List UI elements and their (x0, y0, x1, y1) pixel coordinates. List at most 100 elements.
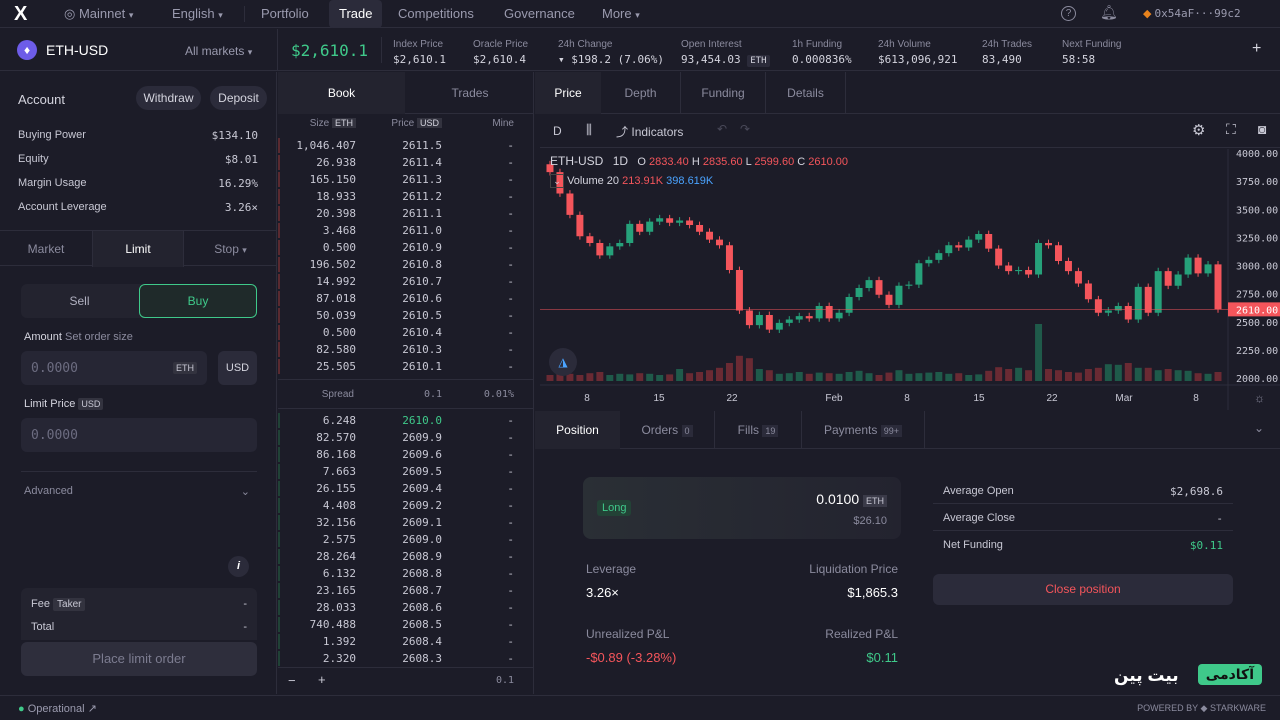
undo-icon[interactable]: ↶ (717, 122, 727, 136)
bell-icon[interactable]: 🔔︎ (1100, 4, 1118, 21)
nav-more[interactable]: More ▾ (602, 0, 640, 28)
book-row[interactable]: 740.488 2608.5 - (278, 616, 534, 633)
nav-portfolio[interactable]: Portfolio (261, 0, 309, 28)
network-selector[interactable]: ◎ Mainnet ▾ (64, 0, 133, 28)
interval-button[interactable]: D (553, 124, 562, 138)
book-row[interactable]: 23.165 2608.7 - (278, 582, 534, 599)
book-row[interactable]: 14.992 2610.7 - (278, 273, 534, 290)
zoom-out-button[interactable]: − (288, 673, 296, 688)
tick-size[interactable]: 0.1 (496, 675, 514, 686)
info-icon[interactable]: i (228, 556, 249, 577)
book-price: 2608.6 (402, 601, 442, 614)
candle-body (845, 297, 853, 313)
nav-governance[interactable]: Governance (504, 0, 575, 28)
tab-stop[interactable]: Stop ▾ (184, 231, 277, 267)
collapse-icon[interactable]: ⌄ (550, 174, 564, 188)
book-row[interactable]: 26.155 2609.4 - (278, 480, 534, 497)
book-row[interactable]: 25.505 2610.1 - (278, 358, 534, 375)
book-row[interactable]: 6.248 2610.0 - (278, 412, 534, 429)
nav-trade[interactable]: Trade (329, 0, 383, 28)
book-row[interactable]: 86.168 2609.6 - (278, 446, 534, 463)
camera-icon[interactable]: ◙ (1258, 121, 1266, 137)
deposit-button[interactable]: Deposit (210, 86, 267, 110)
candle-body (795, 316, 803, 320)
sell-button[interactable]: Sell (21, 284, 138, 318)
book-row[interactable]: 20.398 2611.1 - (278, 205, 534, 222)
status-indicator[interactable]: ● Operational ↗ (18, 702, 97, 715)
x-tick-label: 8 (584, 393, 590, 404)
book-row[interactable]: 2.320 2608.3 - (278, 650, 534, 667)
help-icon[interactable]: ? (1061, 6, 1076, 21)
book-row[interactable]: 28.033 2608.6 - (278, 599, 534, 616)
book-row[interactable]: 87.018 2610.6 - (278, 290, 534, 307)
tab-details[interactable]: Details (766, 72, 846, 114)
candle-body (895, 285, 903, 305)
wallet-button[interactable]: ◆ 0x54aF···99c2 (1143, 0, 1241, 28)
withdraw-button[interactable]: Withdraw (136, 86, 201, 110)
book-row[interactable]: 28.264 2608.9 - (278, 548, 534, 565)
tab-funding[interactable]: Funding (681, 72, 766, 114)
side-toggle: Sell Buy (21, 284, 257, 318)
place-order-button[interactable]: Place limit order (21, 642, 257, 676)
axis-settings-icon[interactable]: ☼ (1254, 391, 1265, 405)
language-selector[interactable]: English ▾ (172, 0, 223, 28)
close-position-button[interactable]: Close position (933, 574, 1233, 605)
tab-orders[interactable]: Orders 0 (620, 411, 715, 449)
book-row[interactable]: 6.132 2608.8 - (278, 565, 534, 582)
book-row[interactable]: 0.500 2610.4 - (278, 324, 534, 341)
book-row[interactable]: 165.150 2611.3 - (278, 171, 534, 188)
book-price: 2610.3 (402, 343, 442, 356)
book-row[interactable]: 1.392 2608.4 - (278, 633, 534, 650)
nav-competitions[interactable]: Competitions (398, 0, 474, 28)
candle-body (646, 221, 654, 232)
book-row[interactable]: 7.663 2609.5 - (278, 463, 534, 480)
tab-market[interactable]: Market (0, 231, 92, 267)
book-row[interactable]: 26.938 2611.4 - (278, 154, 534, 171)
detail-value: - (1216, 512, 1223, 525)
buy-button[interactable]: Buy (139, 284, 257, 318)
market-pair[interactable]: ETH-USD (46, 42, 108, 58)
book-row[interactable]: 32.156 2609.1 - (278, 514, 534, 531)
book-row[interactable]: 4.408 2609.2 - (278, 497, 534, 514)
add-icon[interactable]: + (1252, 40, 1261, 58)
book-row[interactable]: 196.502 2610.8 - (278, 256, 534, 273)
tab-book[interactable]: Book (278, 72, 405, 114)
zoom-in-button[interactable]: + (318, 672, 326, 687)
candle-type-icon[interactable]: ⫼ (586, 122, 592, 138)
book-row[interactable]: 18.933 2611.2 - (278, 188, 534, 205)
book-price: 2611.5 (402, 139, 442, 152)
redo-icon[interactable]: ↷ (740, 122, 750, 136)
x-tick-label: Feb (825, 393, 843, 404)
candlestick-chart[interactable]: 4000.00 3750.00 3500.00 3250.00 3000.00 2750.… (540, 149, 1280, 410)
usd-toggle-button[interactable]: USD (218, 351, 257, 385)
fullscreen-icon[interactable]: ⛶ (1226, 121, 1236, 138)
tab-trades[interactable]: Trades (406, 72, 534, 114)
volume-bar (1035, 324, 1043, 381)
all-markets-button[interactable]: All markets ▾ (185, 44, 252, 58)
order-panel: Account Withdraw Deposit Buying Power $13… (0, 72, 277, 694)
book-row[interactable]: 82.570 2609.9 - (278, 429, 534, 446)
book-row[interactable]: 2.575 2609.0 - (278, 531, 534, 548)
advanced-toggle[interactable]: Advanced ⌄ (24, 485, 254, 498)
book-row[interactable]: 0.500 2610.9 - (278, 239, 534, 256)
tab-depth[interactable]: Depth (601, 72, 681, 114)
collapse-panel-icon[interactable]: ⌄ (1254, 421, 1264, 435)
indicators-button[interactable]: ⤴ Indicators (616, 123, 683, 140)
amount-input[interactable]: 0.0000 ETH (21, 351, 207, 385)
book-row[interactable]: 3.468 2611.0 - (278, 222, 534, 239)
stat-label: Next Funding (1062, 39, 1122, 50)
size-unit-badge: ETH (863, 495, 887, 507)
book-row[interactable]: 82.580 2610.3 - (278, 341, 534, 358)
book-row[interactable]: 50.039 2610.5 - (278, 307, 534, 324)
settings-icon[interactable]: ⚙ (1192, 121, 1205, 139)
logo-icon[interactable]: X (14, 4, 34, 24)
book-row[interactable]: 1,046.407 2611.5 - (278, 137, 534, 154)
tab-position[interactable]: Position (535, 411, 620, 449)
tab-fills[interactable]: Fills 19 (715, 411, 802, 449)
limit-price-input[interactable]: 0.0000 (21, 418, 257, 452)
volume-bar (616, 373, 624, 381)
tab-price[interactable]: Price (535, 72, 601, 114)
tab-limit[interactable]: Limit (92, 231, 184, 267)
tab-payments[interactable]: Payments 99+ (802, 411, 925, 449)
book-size: 20.398 (316, 207, 356, 220)
